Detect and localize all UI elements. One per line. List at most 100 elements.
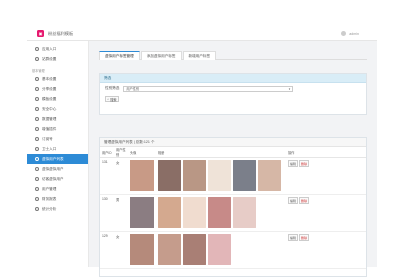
album-photo[interactable]	[183, 234, 206, 265]
avatar-cell	[128, 231, 156, 269]
tab-new-user-tag[interactable]: 新增用户标签	[182, 51, 217, 60]
col-header-actions: 操作	[286, 147, 366, 158]
gender-select[interactable]: 用户性别 ▾	[123, 85, 294, 92]
circle-icon	[35, 147, 39, 151]
circle-icon	[35, 107, 39, 111]
sidebar-item-3[interactable]: 安全中心	[27, 104, 88, 114]
col-header-avatar: 头像	[128, 147, 156, 158]
sidebar-item-10[interactable]: 访客虚拟用户	[27, 174, 88, 184]
user-gender-cell: 女	[114, 231, 128, 269]
tab-virtual-user-tags[interactable]: 虚拟用户标签管理	[99, 51, 140, 60]
album-cell	[156, 157, 286, 195]
sidebar-item-entry[interactable]: 应用入口	[27, 44, 88, 54]
sidebar-item-8[interactable]: 虚拟用户列表	[27, 154, 88, 164]
user-id-cell: 130	[100, 194, 114, 232]
album-photo[interactable]	[158, 234, 181, 265]
filter-panel-title: 筛选	[100, 74, 366, 83]
album-photo[interactable]	[158, 197, 181, 228]
edit-button[interactable]: 编辑	[288, 197, 299, 204]
user-table: 用户ID 用户性别 头像 相册 操作 131 女编辑 删除 130 男编辑 删除 129 女编…	[100, 147, 366, 269]
actions-cell: 编辑 删除	[286, 157, 366, 195]
sidebar-item-0[interactable]: 基本设置	[27, 74, 88, 84]
avatar-cell	[128, 157, 156, 195]
album-cell	[156, 231, 286, 269]
album-photo[interactable]	[183, 197, 206, 228]
gender-select-value: 用户性别	[126, 87, 140, 91]
col-header-id: 用户ID	[100, 147, 114, 158]
table-row: 131 女 编辑 删除	[100, 157, 366, 195]
album-photo[interactable]	[208, 160, 231, 191]
sidebar-item-11[interactable]: 用户管理	[27, 184, 88, 194]
sidebar-item-label: 卫士入口	[42, 146, 57, 151]
sidebar-item-7[interactable]: 卫士入口	[27, 144, 88, 154]
search-button[interactable]: ⌕ 搜索	[105, 96, 119, 102]
sidebar-item-9[interactable]: 虚拟虚拟用户	[27, 164, 88, 174]
sidebar-item-label: 财务报表	[42, 196, 57, 201]
delete-button[interactable]: 删除	[299, 160, 310, 167]
circle-icon	[35, 97, 39, 101]
user-id-cell: 129	[100, 231, 114, 269]
album-photo[interactable]	[258, 160, 281, 191]
sidebar-item-label: 增值插件	[42, 126, 57, 131]
sidebar-item-label: 基本设置	[42, 76, 57, 81]
album-photo[interactable]	[208, 197, 231, 228]
delete-button[interactable]: 删除	[299, 234, 310, 241]
sidebar: 应用入口 站群设置 基本管理 基本设置分享设置模板设置安全中心数据管理增值插件订…	[27, 41, 89, 267]
user-gender-cell: 女	[114, 157, 128, 195]
circle-icon	[35, 127, 39, 131]
edit-button[interactable]: 编辑	[288, 160, 299, 167]
user-name: admin	[349, 31, 359, 36]
sidebar-item-5[interactable]: 增值插件	[27, 124, 88, 134]
col-header-album: 相册	[156, 147, 286, 158]
sidebar-item-13[interactable]: 统计分析	[27, 204, 88, 214]
sidebar-item-label: 应用入口	[42, 46, 57, 51]
table-row: 130 男 编辑 删除	[100, 194, 366, 232]
sidebar-item-1[interactable]: 分享设置	[27, 84, 88, 94]
circle-icon	[35, 47, 39, 51]
circle-icon	[35, 117, 39, 121]
sidebar-item-label: 订阅号	[42, 136, 53, 141]
sidebar-item-site-settings[interactable]: 站群设置	[27, 54, 88, 64]
circle-icon	[35, 77, 39, 81]
circle-icon	[35, 207, 39, 211]
sidebar-item-6[interactable]: 订阅号	[27, 134, 88, 144]
avatar	[341, 31, 347, 36]
circle-icon	[35, 137, 39, 141]
sidebar-item-label: 分享设置	[42, 86, 57, 91]
col-header-gender: 用户性别	[114, 147, 128, 158]
sidebar-item-label: 安全中心	[42, 106, 57, 111]
album-cell	[156, 194, 286, 232]
sidebar-item-4[interactable]: 数据管理	[27, 114, 88, 124]
album-photo[interactable]	[158, 160, 181, 191]
tab-add-virtual-user-tag[interactable]: 添加虚拟用户标签	[140, 51, 182, 60]
search-icon: ⌕	[107, 97, 110, 101]
user-avatar-image[interactable]	[130, 234, 154, 265]
delete-button[interactable]: 删除	[299, 197, 310, 204]
sidebar-item-12[interactable]: 财务报表	[27, 194, 88, 204]
user-list-panel: 管理虚拟用户列表 | 总数:121 个 用户ID 用户性别 头像 相册 操作 1…	[99, 137, 367, 277]
edit-button[interactable]: 编辑	[288, 234, 299, 241]
sidebar-section-title: 基本管理	[32, 68, 45, 73]
user-avatar-image[interactable]	[130, 197, 154, 228]
circle-icon	[35, 187, 39, 191]
user-avatar-image[interactable]	[130, 160, 154, 191]
sidebar-item-label: 统计分析	[42, 206, 57, 211]
app-window: ▣ 粉丝福利模板 admin 应用入口 站群设置 基本管理 基本设置分享设置模板…	[0, 0, 400, 277]
circle-icon	[35, 167, 39, 171]
sidebar-item-label: 访客虚拟用户	[42, 176, 64, 181]
app-title: 粉丝福利模板	[48, 30, 74, 36]
user-id-cell: 131	[100, 157, 114, 195]
album-photo[interactable]	[208, 234, 231, 265]
chevron-down-icon: ▾	[288, 86, 291, 91]
sidebar-item-2[interactable]: 模板设置	[27, 94, 88, 104]
tab-bar: 虚拟用户标签管理 添加虚拟用户标签 新增用户标签	[99, 51, 367, 60]
user-menu[interactable]: admin	[341, 31, 359, 36]
main-content: 虚拟用户标签管理 添加虚拟用户标签 新增用户标签 筛选 性别筛选 用户性别 ▾ …	[89, 41, 377, 277]
album-photo[interactable]	[183, 160, 206, 191]
sidebar-item-label: 用户管理	[42, 186, 57, 191]
top-bar: ▣ 粉丝福利模板 admin	[27, 27, 377, 41]
actions-cell: 编辑 删除	[286, 231, 366, 269]
album-photo[interactable]	[233, 197, 256, 228]
album-photo[interactable]	[233, 160, 256, 191]
actions-cell: 编辑 删除	[286, 194, 366, 232]
